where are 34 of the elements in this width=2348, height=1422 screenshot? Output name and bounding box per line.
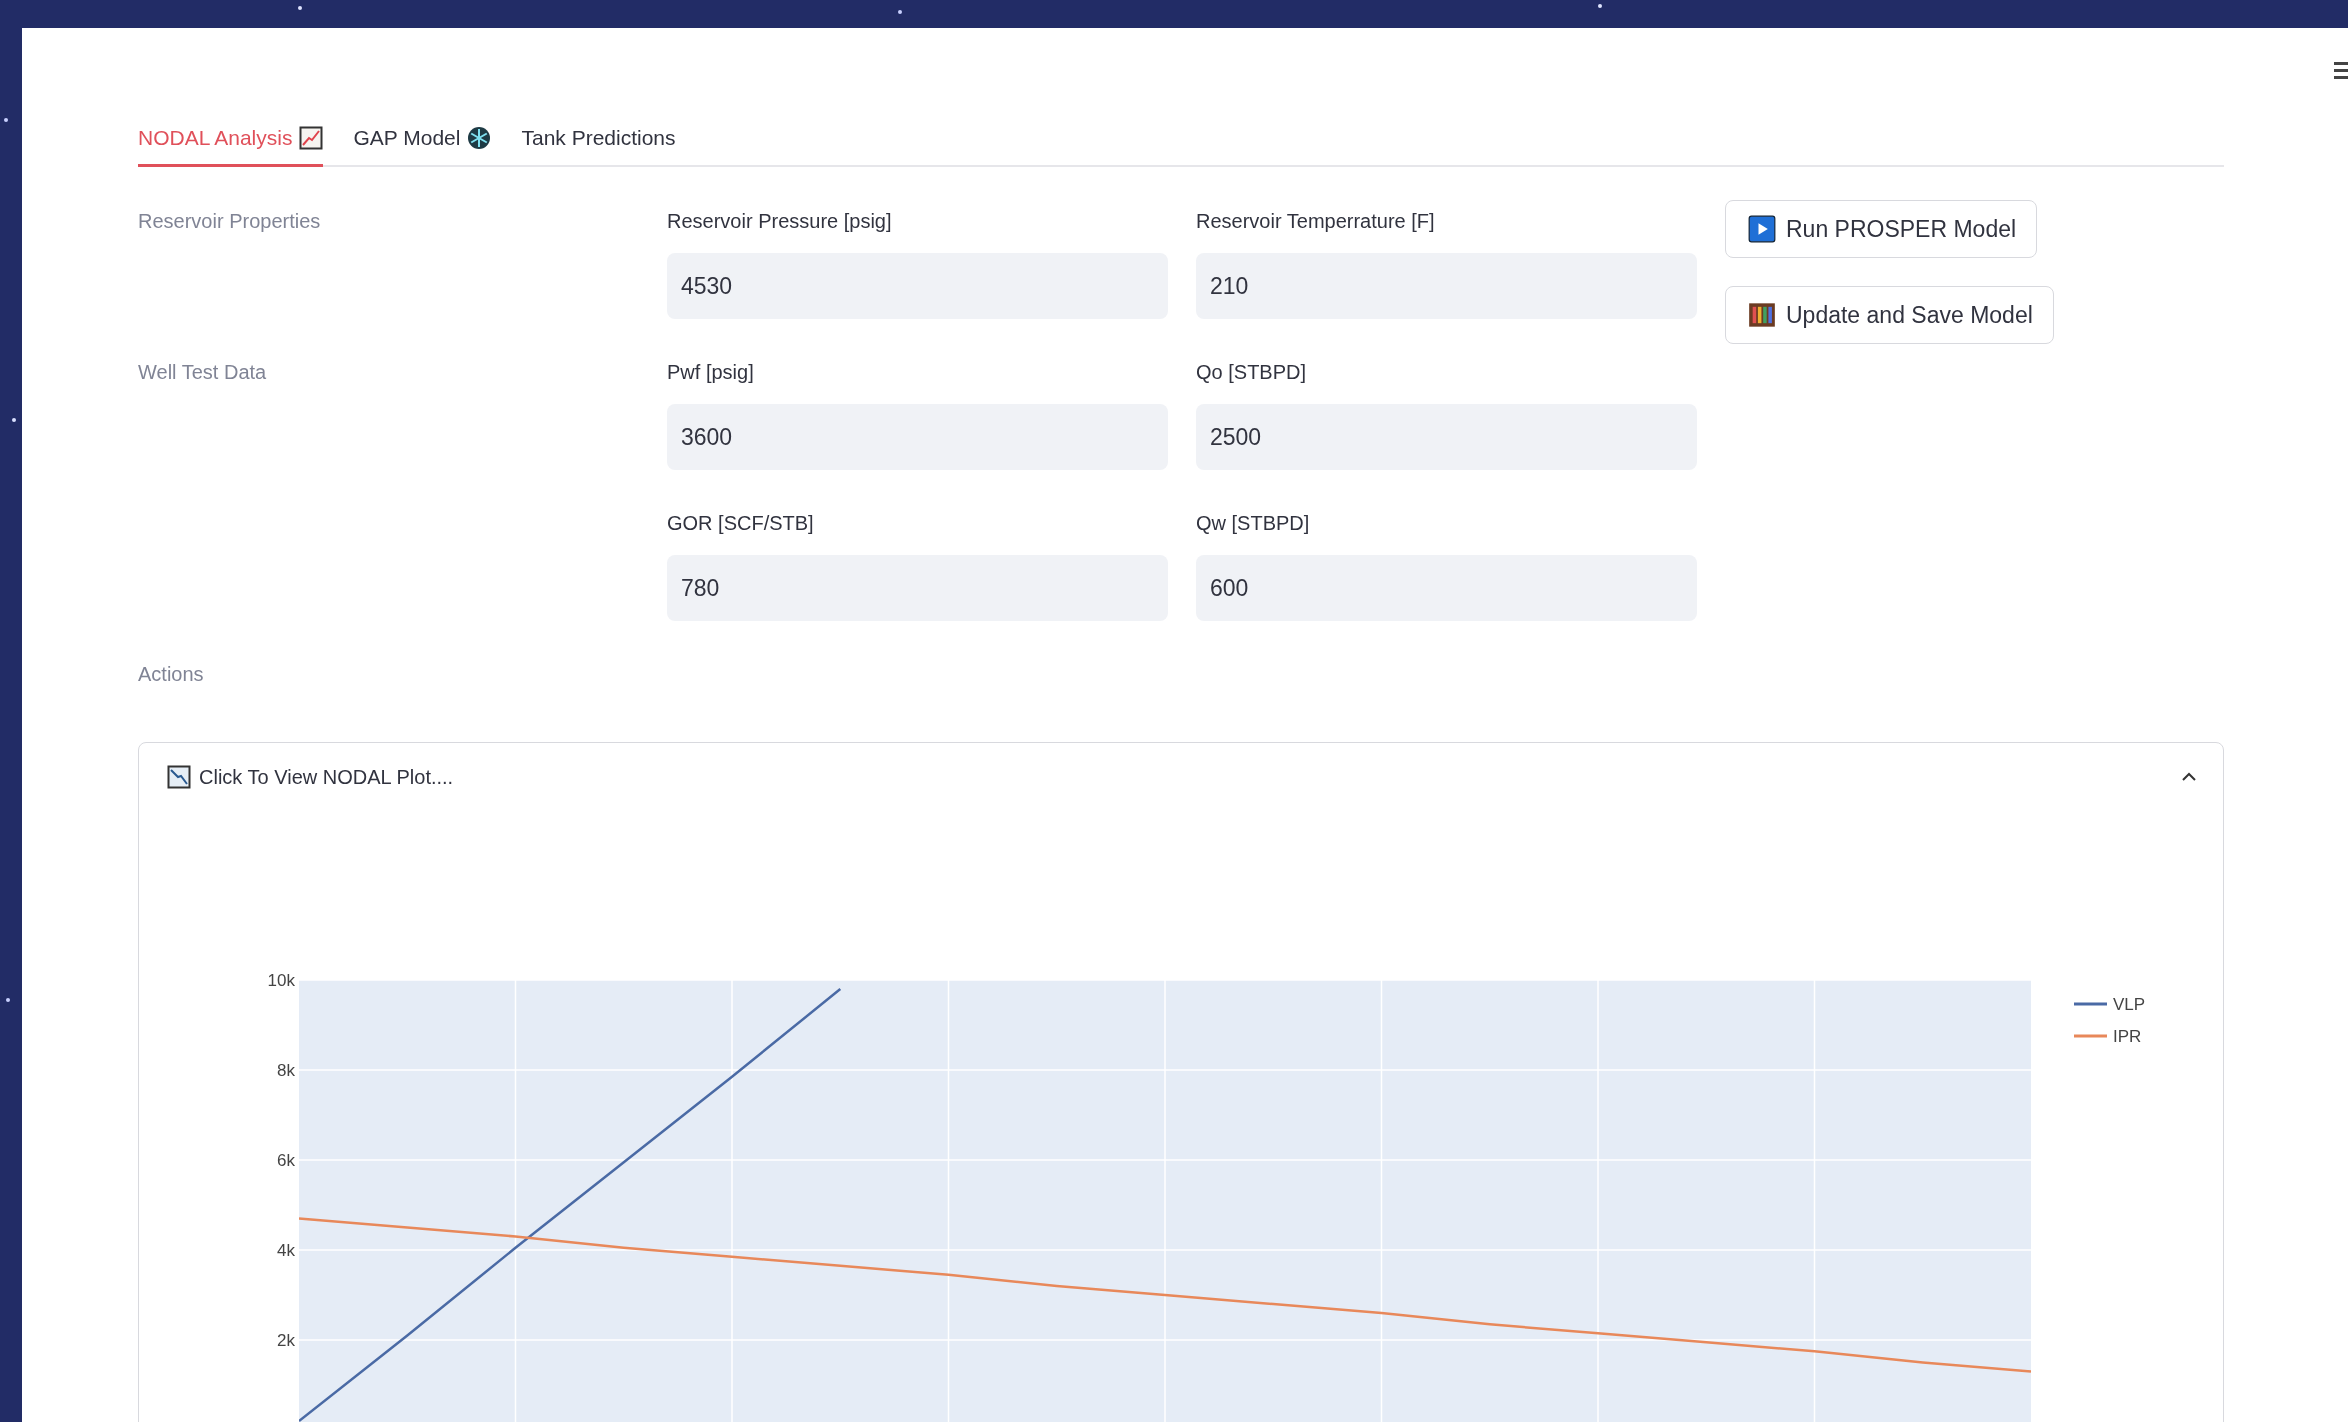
field-label: Qw [STBPD] <box>1196 512 1310 535</box>
chart-icon <box>167 765 191 789</box>
tab[interactable]: Tank Predictions <box>521 116 676 167</box>
input-field[interactable]: 2500 <box>1196 404 1697 470</box>
section-label: Well Test Data <box>138 361 267 383</box>
axis-tick-label: 2k <box>277 1331 295 1350</box>
section-label: Actions <box>138 663 205 686</box>
tab[interactable]: GAP Model <box>353 116 492 167</box>
expander-header[interactable]: Click To View NODAL Plot.... <box>139 743 2223 811</box>
legend-label[interactable]: IPR <box>2113 1027 2142 1046</box>
section-label: Reservoir Properties <box>138 210 321 232</box>
input-field[interactable]: 780 <box>667 555 1168 621</box>
legend-label[interactable]: VLP <box>2113 995 2146 1014</box>
input-field[interactable]: 600 <box>1196 555 1697 621</box>
field-label: Reservoir Temperrature [F] <box>1196 210 1435 233</box>
action-button[interactable]: Run PROSPER Model <box>1725 200 2038 258</box>
axis-tick-label: 6k <box>277 1151 295 1170</box>
tab[interactable]: NODAL Analysis <box>138 116 324 167</box>
field-label: Pwf [psig] <box>667 361 754 384</box>
axis-tick-label: 10k <box>267 971 295 990</box>
input-field[interactable]: 3600 <box>667 404 1168 470</box>
menu-icon[interactable] <box>2334 62 2348 79</box>
snowflake-icon <box>467 126 492 150</box>
action-button[interactable]: Update and Save Model <box>1725 286 2054 344</box>
field-label: GOR [SCF/STB] <box>667 512 814 535</box>
play-icon <box>1748 215 1776 243</box>
abacus-icon <box>1748 301 1776 329</box>
chart-icon <box>299 126 324 150</box>
input-field[interactable]: 210 <box>1196 253 1697 319</box>
axis-tick-label: 4k <box>277 1241 295 1260</box>
field-label: Qo [STBPD] <box>1196 361 1307 384</box>
field-label: Reservoir Pressure [psig] <box>667 210 892 233</box>
input-field[interactable]: 4530 <box>667 253 1168 319</box>
axis-tick-label: 8k <box>277 1061 295 1080</box>
